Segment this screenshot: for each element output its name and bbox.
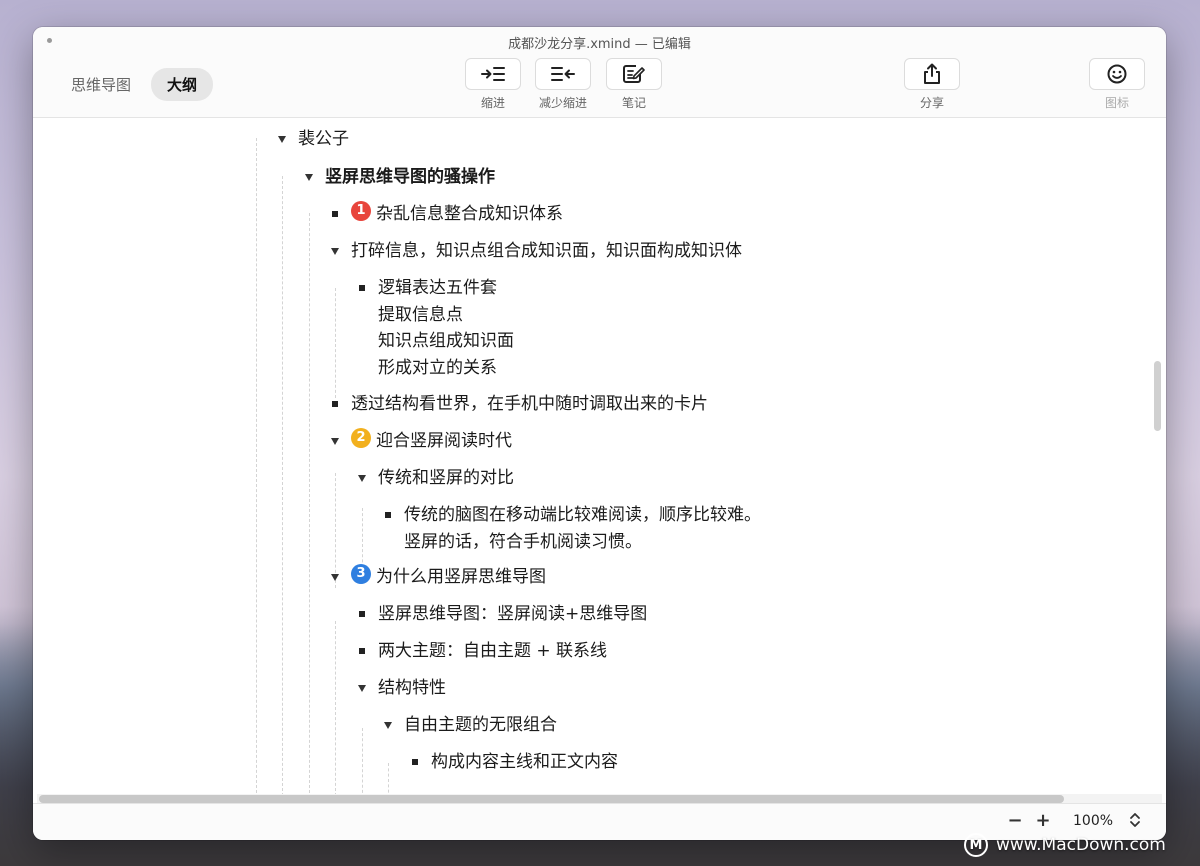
outline-row[interactable]: 传统的脑图在移动端比较难阅读，顺序比较难。 竖屏的话，符合手机阅读习惯。: [382, 502, 761, 555]
vertical-scrollbar[interactable]: [1154, 361, 1161, 431]
horizontal-scrollbar[interactable]: [39, 795, 1064, 803]
indent-label: 缩进: [480, 96, 505, 110]
indent-icon: [481, 67, 505, 81]
topic-text[interactable]: 打碎信息，知识点组合成知识面，知识面构成知识体: [351, 238, 742, 264]
watermark: M www.MacDown.com: [964, 833, 1166, 857]
outline-view-button[interactable]: 大纲: [151, 68, 214, 101]
topic-text[interactable]: 竖屏思维导图的骚操作: [325, 164, 495, 190]
share-button[interactable]: 分享: [904, 58, 960, 111]
outline-row-main-topic[interactable]: 竖屏思维导图的骚操作: [303, 164, 495, 190]
topic-text[interactable]: 裴公子: [298, 126, 349, 152]
outline-row[interactable]: 透过结构看世界，在手机中随时调取出来的卡片: [329, 391, 708, 417]
icons-label: 图标: [1104, 96, 1129, 110]
collapse-triangle[interactable]: [356, 675, 378, 701]
note-icon: [623, 65, 645, 83]
outdent-button[interactable]: 减少缩进: [535, 58, 591, 111]
bullet: [356, 638, 378, 664]
view-switcher: 思维导图 大纲: [55, 68, 217, 101]
topic-line: 知识点组成知识面: [378, 331, 514, 351]
guide-line: [256, 138, 257, 794]
outline-row[interactable]: 两大主题：自由主题 + 联系线: [356, 638, 607, 664]
outline-row[interactable]: 逻辑表达五件套 提取信息点 知识点组成知识面 形成对立的关系: [356, 275, 514, 381]
topic-text[interactable]: 透过结构看世界，在手机中随时调取出来的卡片: [351, 391, 708, 417]
outline-row[interactable]: 结构特性: [356, 675, 446, 701]
guide-line: [335, 288, 336, 398]
collapse-triangle[interactable]: [329, 238, 351, 264]
bullet: [356, 275, 378, 301]
priority-1-icon: 1: [351, 201, 371, 221]
outline-row-root[interactable]: 裴公子: [276, 126, 349, 152]
collapse-triangle[interactable]: [303, 164, 325, 190]
toolbar: 成都沙龙分享.xmind — 已编辑 思维导图 大纲 缩进 减少缩进 笔记 分享…: [33, 27, 1166, 118]
icons-button[interactable]: 图标: [1089, 58, 1145, 111]
topic-text[interactable]: 构成内容主线和正文内容: [431, 749, 618, 775]
outline-row[interactable]: 1 杂乱信息整合成知识体系: [329, 201, 563, 227]
topic-text[interactable]: 两大主题：自由主题 + 联系线: [378, 638, 607, 664]
zoom-stepper-icon[interactable]: [1129, 810, 1141, 830]
outline-row[interactable]: 构成内容主线和正文内容: [409, 749, 618, 775]
watermark-text: www.MacDown.com: [996, 835, 1166, 855]
topic-text[interactable]: 迎合竖屏阅读时代: [376, 428, 512, 454]
topic-line: 提取信息点: [378, 304, 463, 325]
topic-text[interactable]: 自由主题的无限组合: [404, 712, 557, 738]
mindmap-view-button[interactable]: 思维导图: [55, 68, 147, 101]
guide-line: [362, 728, 363, 794]
collapse-triangle[interactable]: [276, 126, 298, 152]
topic-line: 逻辑表达五件套: [378, 278, 497, 298]
bullet: [329, 201, 351, 227]
zoom-out-button[interactable]: −: [1005, 810, 1025, 831]
outdent-icon: [551, 67, 575, 81]
app-window: 成都沙龙分享.xmind — 已编辑 思维导图 大纲 缩进 减少缩进 笔记 分享…: [33, 27, 1166, 840]
macdown-logo-icon: M: [964, 833, 988, 857]
outline-row[interactable]: 2 迎合竖屏阅读时代: [329, 428, 512, 454]
topic-line: 竖屏的话，符合手机阅读习惯。: [404, 531, 642, 552]
window-title: 成都沙龙分享.xmind — 已编辑: [508, 37, 691, 52]
bullet: [409, 749, 431, 775]
guide-line: [335, 621, 336, 794]
outline-editor[interactable]: 裴公子 竖屏思维导图的骚操作 1 杂乱信息整合成知识体系 打碎信息，知识点组合成…: [33, 118, 1166, 794]
guide-line: [282, 176, 283, 794]
bullet: [382, 502, 404, 528]
collapse-triangle[interactable]: [329, 428, 351, 454]
topic-text-multiline[interactable]: 逻辑表达五件套 提取信息点 知识点组成知识面 形成对立的关系: [378, 275, 514, 381]
outline-row[interactable]: 竖屏思维导图：竖屏阅读+思维导图: [356, 601, 647, 627]
outdent-label: 减少缩进: [538, 96, 587, 110]
share-icon: [924, 63, 940, 84]
guide-line: [388, 763, 389, 794]
notes-label: 笔记: [621, 96, 646, 110]
topic-text[interactable]: 竖屏思维导图：竖屏阅读+思维导图: [378, 601, 647, 627]
topic-line: 形成对立的关系: [378, 357, 497, 378]
zoom-level[interactable]: 100%: [1073, 813, 1113, 829]
outline-row[interactable]: 传统和竖屏的对比: [356, 465, 514, 491]
collapse-triangle[interactable]: [329, 564, 351, 590]
notes-button[interactable]: 笔记: [606, 58, 662, 111]
topic-text[interactable]: 传统和竖屏的对比: [378, 465, 514, 491]
indent-button[interactable]: 缩进: [465, 58, 521, 111]
bullet: [356, 601, 378, 627]
outline-row[interactable]: 自由主题的无限组合: [382, 712, 557, 738]
smiley-icon: [1107, 64, 1127, 84]
guide-line: [309, 213, 310, 793]
topic-text[interactable]: 结构特性: [378, 675, 446, 701]
topic-text-multiline[interactable]: 传统的脑图在移动端比较难阅读，顺序比较难。 竖屏的话，符合手机阅读习惯。: [404, 502, 761, 555]
zoom-in-button[interactable]: +: [1033, 810, 1053, 831]
priority-3-icon: 3: [351, 564, 371, 584]
topic-text[interactable]: 为什么用竖屏思维导图: [376, 564, 546, 590]
outline-row[interactable]: 3 为什么用竖屏思维导图: [329, 564, 546, 590]
bullet: [329, 391, 351, 417]
collapse-triangle[interactable]: [356, 465, 378, 491]
share-label: 分享: [919, 96, 944, 110]
priority-2-icon: 2: [351, 428, 371, 448]
topic-text[interactable]: 杂乱信息整合成知识体系: [376, 201, 563, 227]
collapse-triangle[interactable]: [382, 712, 404, 738]
outline-row[interactable]: 打碎信息，知识点组合成知识面，知识面构成知识体: [329, 238, 742, 264]
topic-line: 传统的脑图在移动端比较难阅读，顺序比较难。: [404, 505, 761, 525]
